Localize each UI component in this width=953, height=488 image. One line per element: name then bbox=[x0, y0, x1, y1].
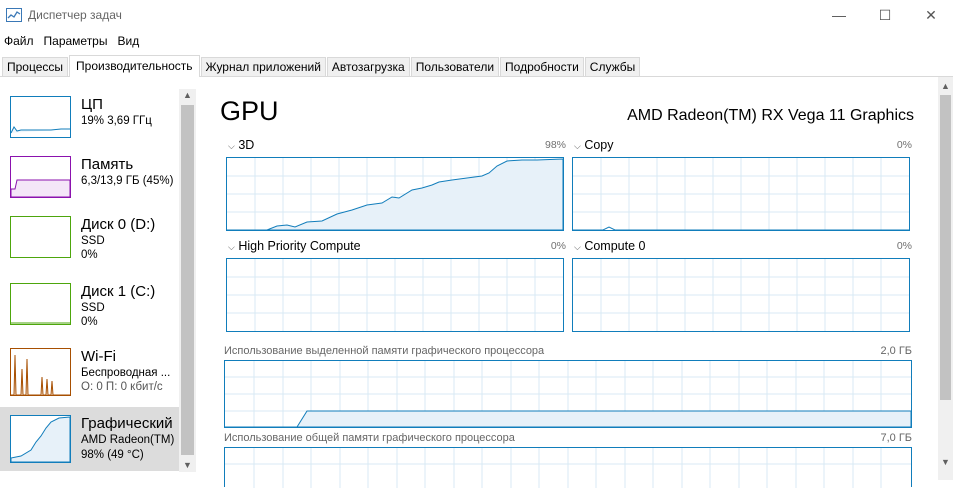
gpu-model-name: AMD Radeon(TM) RX Vega 11 Graphics bbox=[627, 107, 914, 124]
sidebar-item-wifi[interactable]: Wi-Fi Беспроводная ... О: 0 П: 0 кбит/с bbox=[0, 343, 179, 405]
wifi-thumbnail-graph bbox=[10, 348, 71, 396]
tab-processes[interactable]: Процессы bbox=[2, 57, 69, 76]
tab-details[interactable]: Подробности bbox=[500, 57, 584, 76]
scroll-down-icon[interactable]: ▼ bbox=[179, 460, 196, 470]
sidebar-item-cpu[interactable]: ЦП 19% 3,69 ГГц bbox=[0, 91, 179, 153]
tab-services[interactable]: Службы bbox=[584, 57, 641, 76]
sidebar-item-title: ЦП bbox=[81, 96, 103, 113]
resource-sidebar: ЦП 19% 3,69 ГГц Память 6,3/13,9 ГБ (45%)… bbox=[0, 85, 196, 480]
sidebar-item-title: Диск 0 (D:) bbox=[81, 216, 156, 233]
graph-copy-label[interactable]: ⌵ Copy bbox=[574, 138, 614, 152]
cpu-thumbnail-graph bbox=[10, 96, 71, 138]
tab-startup[interactable]: Автозагрузка bbox=[326, 57, 410, 76]
sidebar-item-title: Графический bbox=[81, 415, 173, 432]
sidebar-item-detail: 0% bbox=[81, 249, 98, 261]
graph-engine-name: 3D bbox=[238, 138, 255, 152]
close-button[interactable]: ✕ bbox=[908, 0, 953, 30]
chevron-down-icon: ⌵ bbox=[228, 242, 235, 252]
tab-performance[interactable]: Производительность bbox=[69, 55, 200, 77]
graph-3d-value: 98% bbox=[544, 139, 566, 151]
shared-memory-label: Использование общей памяти графического … bbox=[224, 432, 515, 444]
graph-engine-name: High Priority Compute bbox=[238, 239, 361, 253]
sidebar-item-detail: 98% (49 °C) bbox=[81, 449, 144, 461]
disk0-thumbnail-graph bbox=[10, 216, 71, 258]
close-icon: ✕ bbox=[925, 6, 937, 23]
sidebar-scroll-thumb[interactable] bbox=[181, 105, 194, 455]
chevron-down-icon: ⌵ bbox=[574, 141, 581, 151]
menu-options[interactable]: Параметры bbox=[40, 32, 114, 50]
maximize-icon: ☐ bbox=[878, 6, 892, 23]
minimize-icon: — bbox=[832, 7, 846, 23]
sidebar-item-title: Память bbox=[81, 156, 134, 173]
sidebar-item-detail: Беспроводная ... bbox=[81, 367, 171, 379]
scroll-up-icon[interactable]: ▲ bbox=[938, 81, 953, 91]
menu-bar: Файл Параметры Вид bbox=[0, 32, 145, 50]
tab-bar: Процессы Производительность Журнал прило… bbox=[0, 54, 953, 77]
sidebar-item-disk-1[interactable]: Диск 1 (C:) SSD 0% bbox=[0, 278, 179, 340]
sidebar-item-detail: SSD bbox=[81, 302, 105, 314]
main-scroll-thumb[interactable] bbox=[940, 95, 951, 400]
sidebar-item-detail: SSD bbox=[81, 235, 105, 247]
graph-3d-label[interactable]: ⌵ 3D bbox=[228, 138, 254, 152]
graph-engine-name: Compute 0 bbox=[584, 239, 646, 253]
memory-thumbnail-graph bbox=[10, 156, 71, 198]
menu-view[interactable]: Вид bbox=[113, 32, 145, 50]
sidebar-item-title: Диск 1 (C:) bbox=[81, 283, 156, 300]
minimize-button[interactable]: — bbox=[816, 0, 862, 30]
chevron-down-icon: ⌵ bbox=[228, 141, 235, 151]
maximize-button[interactable]: ☐ bbox=[862, 0, 908, 30]
sidebar-item-detail: AMD Radeon(TM) bbox=[81, 434, 175, 446]
graph-3d bbox=[226, 157, 564, 231]
dedicated-memory-value: 2,0 ГБ bbox=[880, 345, 912, 357]
dedicated-memory-label: Использование выделенной памяти графичес… bbox=[224, 345, 545, 357]
sidebar-item-detail: О: 0 П: 0 кбит/с bbox=[81, 381, 163, 393]
graph-hpc-label[interactable]: ⌵ High Priority Compute bbox=[228, 239, 361, 253]
graph-shared-memory bbox=[224, 447, 912, 488]
menu-file[interactable]: Файл bbox=[0, 32, 40, 50]
sidebar-item-gpu[interactable]: Графический AMD Radeon(TM) 98% (49 °C) bbox=[0, 407, 179, 471]
graph-high-priority-compute bbox=[226, 258, 564, 332]
graph-copy-value: 0% bbox=[896, 139, 912, 151]
main-scrollbar[interactable]: ▲ ▼ bbox=[938, 77, 953, 480]
window-title: Диспетчер задач bbox=[28, 8, 122, 22]
gpu-thumbnail-graph bbox=[10, 415, 71, 463]
scroll-down-icon[interactable]: ▼ bbox=[938, 457, 953, 467]
graph-hpc-value: 0% bbox=[550, 240, 566, 252]
graph-engine-name: Copy bbox=[584, 138, 614, 152]
disk1-thumbnail-graph bbox=[10, 283, 71, 325]
graph-compute-0 bbox=[572, 258, 910, 332]
task-manager-icon bbox=[6, 8, 22, 22]
chevron-down-icon: ⌵ bbox=[574, 242, 581, 252]
shared-memory-value: 7,0 ГБ bbox=[880, 432, 912, 444]
scroll-up-icon[interactable]: ▲ bbox=[179, 90, 196, 100]
sidebar-scrollbar[interactable]: ▲ ▼ bbox=[179, 89, 196, 472]
graph-copy bbox=[572, 157, 910, 231]
tab-users[interactable]: Пользователи bbox=[410, 57, 500, 76]
title-bar: Диспетчер задач — ☐ ✕ bbox=[0, 0, 953, 30]
sidebar-item-detail: 19% 3,69 ГГц bbox=[81, 115, 152, 127]
graph-compute0-label[interactable]: ⌵ Compute 0 bbox=[574, 239, 645, 253]
page-title: GPU bbox=[220, 96, 279, 126]
tab-app-history[interactable]: Журнал приложений bbox=[200, 57, 326, 76]
graph-compute0-value: 0% bbox=[896, 240, 912, 252]
sidebar-item-detail: 0% bbox=[81, 316, 98, 328]
sidebar-item-disk-0[interactable]: Диск 0 (D:) SSD 0% bbox=[0, 211, 179, 273]
sidebar-item-detail: 6,3/13,9 ГБ (45%) bbox=[81, 175, 174, 187]
sidebar-item-memory[interactable]: Память 6,3/13,9 ГБ (45%) bbox=[0, 151, 179, 213]
sidebar-item-title: Wi-Fi bbox=[81, 348, 116, 365]
graph-dedicated-memory bbox=[224, 360, 912, 428]
